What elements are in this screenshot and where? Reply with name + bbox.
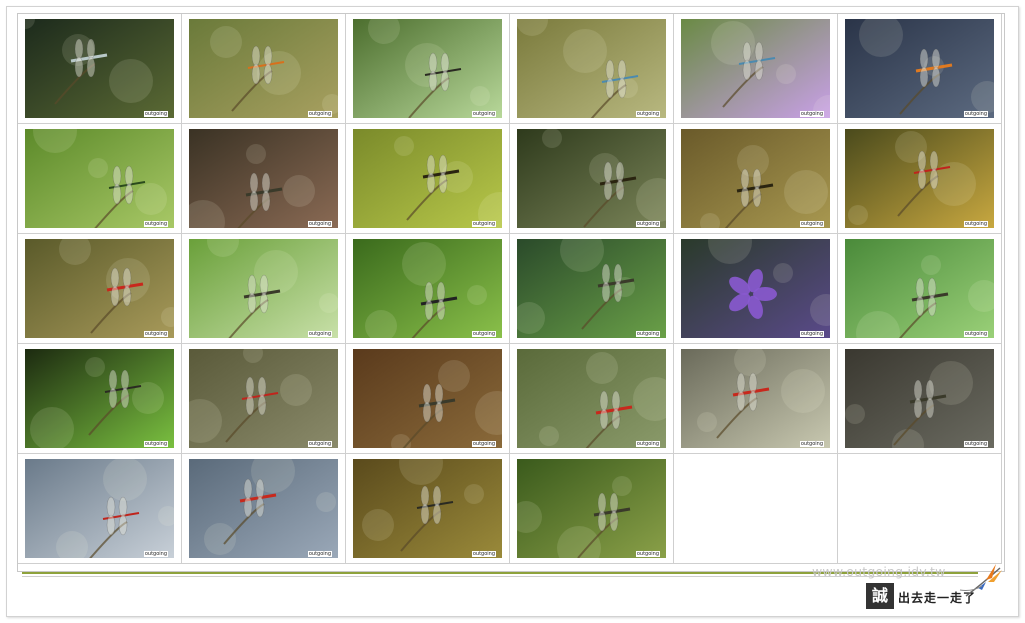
thumbnail-cell[interactable]: outgoing bbox=[18, 344, 182, 454]
thumbnail-dragonfly-over-lily-pads[interactable]: outgoing bbox=[517, 239, 666, 338]
thumbnail-cell[interactable]: outgoing bbox=[838, 234, 1002, 344]
thumbnail-damselfly-on-lotus-leaf[interactable]: outgoing bbox=[25, 349, 174, 448]
thumbnail-orange-damselfly-on-moss[interactable]: outgoing bbox=[189, 19, 338, 118]
thumbnail-cell[interactable]: outgoing bbox=[510, 344, 674, 454]
thumbnail-red-damselfly-on-twig[interactable]: outgoing bbox=[189, 349, 338, 448]
thumbnail-watermark: outgoing bbox=[635, 551, 660, 557]
thumbnail-dragonfly-on-dried-stem[interactable]: outgoing bbox=[517, 459, 666, 558]
thumbnail-red-dragonfly-blue-bokeh[interactable]: outgoing bbox=[189, 459, 338, 558]
thumbnail-watermark: outgoing bbox=[307, 551, 332, 557]
thumbnail-cell[interactable]: outgoing bbox=[674, 344, 838, 454]
thumbnail-dragonfly-on-curved-stem[interactable]: outgoing bbox=[845, 349, 994, 448]
thumbnail-cell[interactable]: outgoing bbox=[510, 14, 674, 124]
thumbnail-cell bbox=[838, 454, 1002, 564]
thumbnail-dragonfly-on-green-leaf[interactable]: outgoing bbox=[189, 239, 338, 338]
thumbnail-watermark: outgoing bbox=[799, 441, 824, 447]
thumbnail-dragonfly-on-bent-stem[interactable]: outgoing bbox=[845, 239, 994, 338]
thumbnail-cell[interactable]: outgoing bbox=[838, 344, 1002, 454]
thumbnail-cell[interactable]: outgoing bbox=[182, 234, 346, 344]
thumbnail-cell[interactable]: outgoing bbox=[182, 454, 346, 564]
thumbnail-cell[interactable]: outgoing bbox=[510, 234, 674, 344]
thumbnail-cell[interactable]: outgoing bbox=[182, 344, 346, 454]
thumbnail-cell[interactable]: outgoing bbox=[674, 234, 838, 344]
thumbnail-cell bbox=[674, 454, 838, 564]
thumbnail-cell[interactable]: outgoing bbox=[838, 14, 1002, 124]
thumbnail-cell[interactable]: outgoing bbox=[838, 124, 1002, 234]
thumbnail-watermark: outgoing bbox=[799, 331, 824, 337]
thumbnail-cell[interactable]: outgoing bbox=[346, 14, 510, 124]
thumbnail-yellow-striped-dragonfly-on-grass[interactable]: outgoing bbox=[681, 129, 830, 228]
thumbnail-watermark: outgoing bbox=[635, 221, 660, 227]
thumbnail-watermark: outgoing bbox=[471, 331, 496, 337]
thumbnail-cell[interactable]: outgoing bbox=[182, 124, 346, 234]
thumbnail-cell[interactable]: outgoing bbox=[18, 14, 182, 124]
thumbnail-damselfly-on-curled-leaf[interactable]: outgoing bbox=[353, 459, 502, 558]
thumbnail-red-damselfly-grey-bokeh[interactable]: outgoing bbox=[25, 459, 174, 558]
thumbnail-dragonfly-on-rock[interactable]: outgoing bbox=[189, 129, 338, 228]
thumbnail-cell[interactable]: outgoing bbox=[18, 454, 182, 564]
thumbnail-damselfly-over-pond-reflection[interactable]: outgoing bbox=[25, 19, 174, 118]
thumbnail-red-dragonfly-on-leaf-tip[interactable]: outgoing bbox=[681, 349, 830, 448]
bird-of-paradise-icon bbox=[959, 564, 1002, 597]
thumbnail-dragonfly-on-crossed-stems[interactable]: outgoing bbox=[353, 349, 502, 448]
thumbnail-watermark: outgoing bbox=[143, 441, 168, 447]
thumbnail-purple-flower-with-insect[interactable]: outgoing bbox=[681, 239, 830, 338]
thumbnail-blue-damselfly-over-water[interactable]: outgoing bbox=[517, 19, 666, 118]
thumbnail-watermark: outgoing bbox=[143, 111, 168, 117]
thumbnail-watermark: outgoing bbox=[307, 441, 332, 447]
thumbnail-cell[interactable]: outgoing bbox=[510, 124, 674, 234]
thumbnail-red-dragonfly-on-twig[interactable]: outgoing bbox=[25, 239, 174, 338]
thumbnail-cell[interactable]: outgoing bbox=[510, 454, 674, 564]
thumbnail-watermark: outgoing bbox=[143, 221, 168, 227]
thumbnail-green-damselfly-on-leaf[interactable]: outgoing bbox=[25, 129, 174, 228]
thumbnail-watermark: outgoing bbox=[635, 331, 660, 337]
thumbnail-watermark: outgoing bbox=[471, 441, 496, 447]
thumbnail-damselfly-on-grass-blades[interactable]: outgoing bbox=[353, 19, 502, 118]
thumbnail-yellow-striped-dragonfly-on-leaf[interactable]: outgoing bbox=[353, 129, 502, 228]
thumbnail-watermark: outgoing bbox=[307, 111, 332, 117]
thumbnail-watermark: outgoing bbox=[471, 551, 496, 557]
thumbnail-watermark: outgoing bbox=[963, 111, 988, 117]
thumbnail-blue-damselfly-near-lotus[interactable]: outgoing bbox=[681, 19, 830, 118]
thumbnail-watermark: outgoing bbox=[471, 111, 496, 117]
thumbnail-watermark: outgoing bbox=[307, 331, 332, 337]
thumbnail-striped-dragonfly-on-grass[interactable]: outgoing bbox=[353, 239, 502, 338]
thumbnail-red-damselfly-yellow-bokeh[interactable]: outgoing bbox=[845, 129, 994, 228]
thumbnail-cell[interactable]: outgoing bbox=[182, 14, 346, 124]
thumbnail-watermark: outgoing bbox=[471, 221, 496, 227]
thumbnail-watermark: outgoing bbox=[963, 441, 988, 447]
thumbnail-yellow-dragonfly-on-stem[interactable]: outgoing bbox=[517, 129, 666, 228]
thumbnail-watermark: outgoing bbox=[799, 111, 824, 117]
thumbnail-cell[interactable]: outgoing bbox=[346, 124, 510, 234]
thumbnail-watermark: outgoing bbox=[635, 111, 660, 117]
thumbnail-watermark: outgoing bbox=[143, 331, 168, 337]
site-logo-mark: 誠 bbox=[866, 583, 894, 609]
thumbnail-cell[interactable]: outgoing bbox=[346, 234, 510, 344]
thumbnail-watermark: outgoing bbox=[635, 441, 660, 447]
thumbnail-grid: outgoing outgoing outgoing outgoing outgoing… bbox=[17, 13, 1005, 572]
thumbnail-cell[interactable]: outgoing bbox=[18, 234, 182, 344]
thumbnail-orange-dragonfly-dark-background[interactable]: outgoing bbox=[845, 19, 994, 118]
thumbnail-red-dragonfly-bokeh-flowers[interactable]: outgoing bbox=[517, 349, 666, 448]
thumbnail-watermark: outgoing bbox=[307, 221, 332, 227]
thumbnail-watermark: outgoing bbox=[963, 221, 988, 227]
thumbnail-cell[interactable]: outgoing bbox=[674, 14, 838, 124]
thumbnail-cell[interactable]: outgoing bbox=[674, 124, 838, 234]
thumbnail-cell[interactable]: outgoing bbox=[346, 454, 510, 564]
thumbnail-watermark: outgoing bbox=[143, 551, 168, 557]
thumbnail-cell[interactable]: outgoing bbox=[18, 124, 182, 234]
thumbnail-watermark: outgoing bbox=[799, 221, 824, 227]
thumbnail-watermark: outgoing bbox=[963, 331, 988, 337]
thumbnail-cell[interactable]: outgoing bbox=[346, 344, 510, 454]
site-url-watermark[interactable]: www.outgoing.idv.tw bbox=[812, 564, 946, 579]
